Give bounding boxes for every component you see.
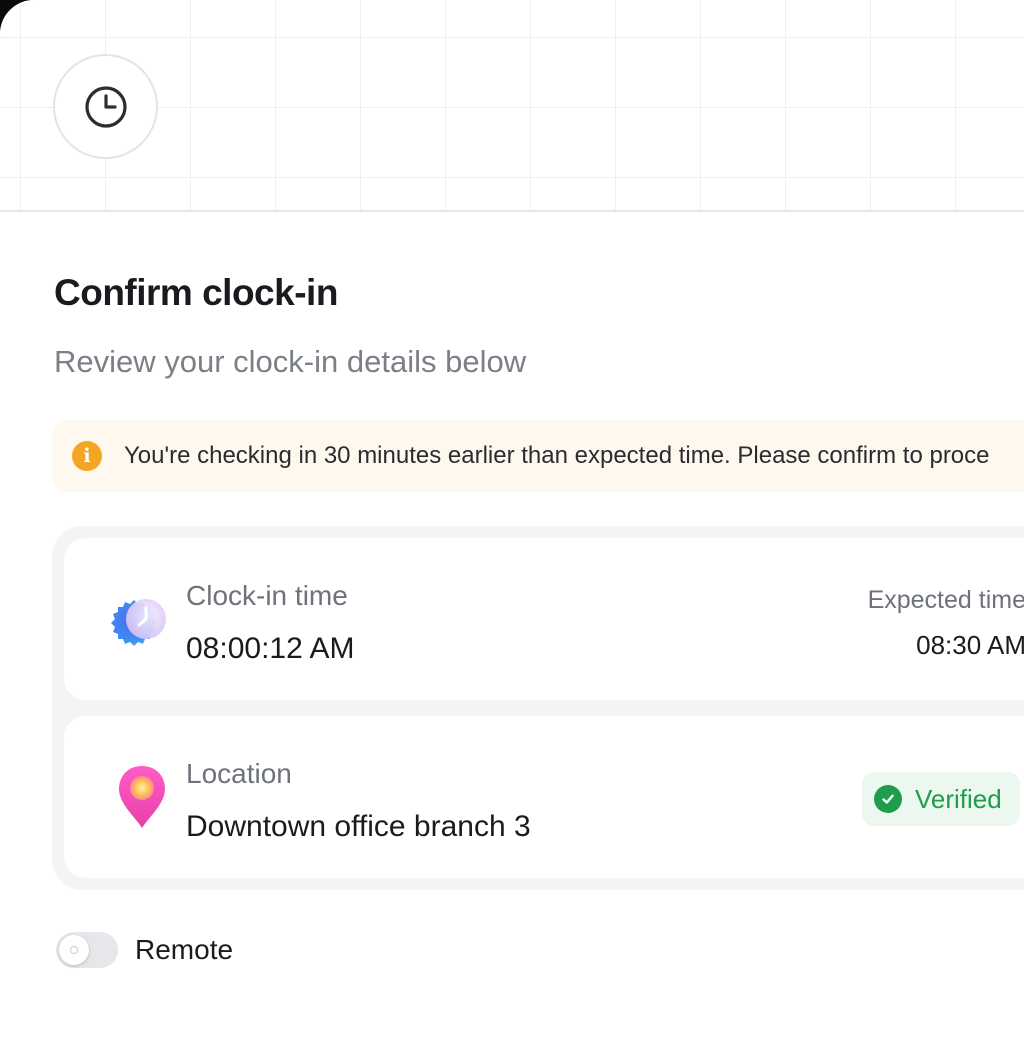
clock-in-dialog: Confirm clock-in Review your clock-in de…: [0, 0, 1024, 1060]
page-title: Confirm clock-in: [54, 272, 338, 313]
verified-status-badge: Verified: [862, 772, 1020, 826]
alert-message: You're checking in 30 minutes earlier th…: [124, 442, 990, 469]
expected-time-value: 08:30 AM: [916, 630, 1024, 660]
toggle-knob: [59, 935, 89, 965]
page-subtitle: Review your clock-in details below: [54, 344, 527, 379]
clock-in-time-value: 08:00:12 AM: [186, 632, 355, 665]
verified-status-text: Verified: [915, 783, 1002, 814]
clock-in-time-row: Clock-in time 08:00:12 AM Expected time …: [64, 538, 1024, 700]
location-label: Location: [186, 758, 292, 789]
clock-icon: [84, 85, 127, 128]
clock-in-time-label: Clock-in time: [186, 580, 348, 611]
header-icon-circle: [53, 54, 158, 159]
remote-toggle-label: Remote: [135, 934, 234, 965]
early-checkin-alert: i You're checking in 30 minutes earlier …: [52, 420, 1024, 492]
info-icon: i: [72, 441, 102, 471]
dialog-header: [0, 0, 1024, 212]
location-pin-icon: [119, 766, 165, 828]
remote-toggle[interactable]: [56, 932, 118, 968]
expected-time-label: Expected time: [867, 586, 1024, 614]
location-value: Downtown office branch 3: [186, 810, 531, 843]
location-row: Location Downtown office branch 3 Verifi…: [64, 716, 1024, 878]
clock-badge-icon: [111, 599, 166, 646]
details-panel: Clock-in time 08:00:12 AM Expected time …: [52, 526, 1024, 890]
check-circle-icon: [874, 785, 902, 813]
